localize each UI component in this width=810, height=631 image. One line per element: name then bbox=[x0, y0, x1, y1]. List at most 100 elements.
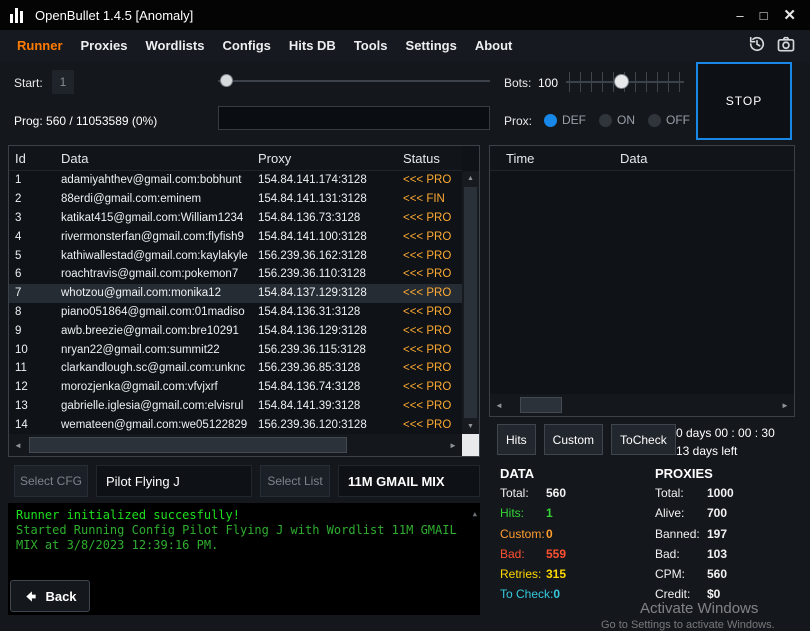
prox-option-off[interactable]: OFF bbox=[648, 113, 690, 127]
prox-option-on[interactable]: ON bbox=[599, 113, 635, 127]
table-row[interactable]: 6roachtravis@gmail.com:pokemon7156.239.3… bbox=[9, 265, 462, 284]
cell-id: 6 bbox=[9, 268, 61, 280]
stat-row: Bad:103 bbox=[655, 547, 734, 567]
vertical-scrollbar-thumb[interactable] bbox=[464, 187, 477, 418]
table-row[interactable]: 10nryan22@gmail.com:summit22156.239.36.1… bbox=[9, 340, 462, 359]
radio-label: OFF bbox=[666, 113, 690, 127]
table-row[interactable]: 4rivermonsterfan@gmail.com:flyfish9154.8… bbox=[9, 227, 462, 246]
hits-table: Time Data ◄ ► bbox=[489, 145, 795, 417]
hits-button[interactable]: Hits bbox=[497, 424, 536, 455]
radio-icon[interactable] bbox=[599, 114, 612, 127]
column-header-id[interactable]: Id bbox=[9, 151, 61, 166]
cell-data: piano051864@gmail.com:01madiso bbox=[61, 306, 258, 318]
cell-id: 8 bbox=[9, 306, 61, 318]
table-row[interactable]: 3katikat415@gmail.com:William1234154.84.… bbox=[9, 209, 462, 228]
scroll-left-icon[interactable]: ◄ bbox=[490, 401, 508, 410]
scroll-right-icon[interactable]: ► bbox=[444, 441, 462, 450]
cell-status: <<< PRO bbox=[403, 362, 462, 374]
cell-proxy: 156.239.36.85:3128 bbox=[258, 362, 403, 374]
table-row[interactable]: 11clarkandlough.sc@gmail.com:unknc156.23… bbox=[9, 359, 462, 378]
cell-status: <<< PRO bbox=[403, 306, 462, 318]
prox-option-def[interactable]: DEF bbox=[544, 113, 586, 127]
table-row[interactable]: 7whotzou@gmail.com:monika12154.84.137.12… bbox=[9, 284, 462, 303]
menu-item-configs[interactable]: Configs bbox=[213, 30, 279, 62]
select-cfg-button[interactable]: Select CFG bbox=[14, 465, 88, 497]
menu-item-runner[interactable]: Runner bbox=[8, 30, 72, 62]
horizontal-scrollbar-thumb[interactable] bbox=[29, 437, 347, 453]
scrollbar-track[interactable] bbox=[508, 394, 776, 416]
table-row[interactable]: 1adamiyahthev@gmail.com:bobhunt154.84.14… bbox=[9, 171, 462, 190]
column-header-data[interactable]: Data bbox=[620, 151, 794, 166]
table-row[interactable]: 288erdi@gmail.com:eminem154.84.141.131:3… bbox=[9, 190, 462, 209]
table-row[interactable]: 8piano051864@gmail.com:01madiso154.84.13… bbox=[9, 303, 462, 322]
back-arrow-icon bbox=[23, 589, 38, 604]
menu-item-proxies[interactable]: Proxies bbox=[72, 30, 137, 62]
stat-row: To Check:0 bbox=[500, 587, 566, 607]
table-row[interactable]: 9awb.breezie@gmail.com:bre10291154.84.13… bbox=[9, 321, 462, 340]
cell-proxy: 156.239.36.110:3128 bbox=[258, 268, 403, 280]
prox-label: Prox: bbox=[504, 114, 532, 128]
table-row[interactable]: 12morozjenka@gmail.com:vfvjxrf154.84.136… bbox=[9, 378, 462, 397]
menu-item-tools[interactable]: Tools bbox=[345, 30, 397, 62]
table-row[interactable]: 13gabrielle.iglesia@gmail.com:elvisrul15… bbox=[9, 397, 462, 416]
stat-label: To Check: bbox=[500, 587, 553, 601]
log-scroll-up-icon[interactable]: ▲ bbox=[473, 507, 477, 522]
table-row[interactable]: 14wemateen@gmail.com:we05122829156.239.3… bbox=[9, 415, 462, 434]
select-list-button[interactable]: Select List bbox=[260, 465, 330, 497]
selected-config-value: Pilot Flying J bbox=[96, 465, 252, 497]
tocheck-button[interactable]: ToCheck bbox=[611, 424, 676, 455]
maximize-icon[interactable]: □ bbox=[760, 9, 768, 22]
scroll-right-icon[interactable]: ► bbox=[776, 401, 794, 410]
cell-id: 14 bbox=[9, 419, 61, 431]
scroll-down-icon[interactable]: ▼ bbox=[462, 419, 479, 434]
start-slider[interactable] bbox=[218, 73, 490, 89]
slider-thumb[interactable] bbox=[220, 74, 233, 87]
stat-value: 0 bbox=[553, 587, 560, 601]
cell-status: <<< PRO bbox=[403, 381, 462, 393]
scroll-up-icon[interactable]: ▲ bbox=[462, 171, 479, 186]
menu-item-about[interactable]: About bbox=[466, 30, 522, 62]
cell-data: nryan22@gmail.com:summit22 bbox=[61, 344, 258, 356]
slider-thumb[interactable] bbox=[614, 74, 629, 89]
menu-item-hits-db[interactable]: Hits DB bbox=[280, 30, 345, 62]
start-input[interactable]: 1 bbox=[52, 70, 74, 94]
results-table-body: 1adamiyahthev@gmail.com:bobhunt154.84.14… bbox=[9, 171, 462, 434]
cell-id: 10 bbox=[9, 344, 61, 356]
column-header-proxy[interactable]: Proxy bbox=[258, 151, 403, 166]
back-button[interactable]: Back bbox=[10, 580, 90, 612]
cell-proxy: 154.84.141.39:3128 bbox=[258, 400, 403, 412]
hits-horizontal-scrollbar[interactable]: ◄ ► bbox=[490, 394, 794, 416]
horizontal-scrollbar-thumb[interactable] bbox=[520, 397, 562, 413]
stat-row: Total:560 bbox=[500, 486, 566, 506]
stat-label: Retries: bbox=[500, 567, 546, 581]
bots-slider[interactable] bbox=[566, 69, 684, 95]
scrollbar-track[interactable] bbox=[27, 434, 444, 456]
stat-value: 0 bbox=[546, 527, 553, 541]
menu-item-wordlists[interactable]: Wordlists bbox=[136, 30, 213, 62]
column-header-data[interactable]: Data bbox=[61, 151, 258, 166]
custom-button[interactable]: Custom bbox=[544, 424, 603, 455]
close-icon[interactable]: ✕ bbox=[783, 8, 796, 23]
table-row[interactable]: 5kathiwallestad@gmail.com:kaylakyle156.2… bbox=[9, 246, 462, 265]
minimize-icon[interactable]: – bbox=[736, 9, 743, 22]
results-horizontal-scrollbar[interactable]: ◄ ► bbox=[9, 434, 462, 456]
menu-item-settings[interactable]: Settings bbox=[397, 30, 466, 62]
bots-label: Bots: bbox=[504, 76, 531, 90]
results-vertical-scrollbar[interactable]: ▲ ▼ bbox=[462, 171, 479, 434]
cell-data: whotzou@gmail.com:monika12 bbox=[61, 287, 258, 299]
window-title: OpenBullet 1.4.5 [Anomaly] bbox=[35, 8, 193, 23]
stat-row: Hits:1 bbox=[500, 506, 566, 526]
cell-status: <<< PRO bbox=[403, 400, 462, 412]
radio-icon[interactable] bbox=[544, 114, 557, 127]
activate-windows-watermark-line2: Go to Settings to activate Windows. bbox=[601, 619, 775, 631]
column-header-time[interactable]: Time bbox=[490, 151, 620, 166]
screenshot-camera-icon[interactable] bbox=[776, 34, 796, 59]
stat-value: 197 bbox=[707, 527, 727, 541]
column-header-status[interactable]: Status bbox=[403, 151, 462, 166]
stop-button[interactable]: STOP bbox=[696, 62, 792, 140]
debugger-history-icon[interactable] bbox=[747, 34, 767, 59]
cell-id: 3 bbox=[9, 212, 61, 224]
radio-icon[interactable] bbox=[648, 114, 661, 127]
results-table: Id Data Proxy Status 1adamiyahthev@gmail… bbox=[8, 145, 480, 457]
scroll-left-icon[interactable]: ◄ bbox=[9, 441, 27, 450]
